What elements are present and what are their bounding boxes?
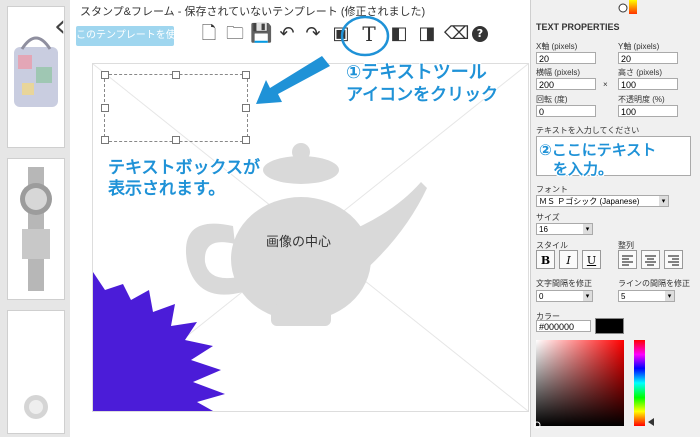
chevron-down-icon: ▾ <box>583 224 592 234</box>
letter-spacing-value: 0 <box>539 292 544 301</box>
resize-handle[interactable] <box>101 104 109 112</box>
annotation-arrow <box>256 56 330 104</box>
width-input[interactable]: 200 <box>536 78 596 90</box>
color-picker[interactable] <box>534 338 684 430</box>
resize-handle[interactable] <box>242 71 250 79</box>
resize-handle[interactable] <box>172 71 180 79</box>
new-page-icon[interactable]: 🗋 <box>198 22 220 46</box>
callout-textbox-line2: 表示されます。 <box>108 179 226 199</box>
height-label: 高さ (pixels) <box>618 68 663 77</box>
text-box-selection[interactable] <box>101 71 250 144</box>
size-label: サイズ <box>536 213 560 222</box>
panel-header: TEXT PROPERTIES <box>536 22 620 32</box>
chevron-down-icon: ▾ <box>659 196 668 206</box>
letter-spacing-select[interactable]: 0 ▾ <box>536 290 593 302</box>
underline-button[interactable]: U <box>582 250 601 269</box>
chevron-down-icon: ▾ <box>583 291 592 301</box>
thumbnail-ring[interactable] <box>7 310 65 434</box>
resize-handle[interactable] <box>101 71 109 79</box>
font-select[interactable]: ＭＳ Ｐゴシック (Japanese) ▾ <box>536 195 669 207</box>
color-swatch[interactable] <box>595 318 624 334</box>
italic-button[interactable]: I <box>559 250 578 269</box>
align-center-button[interactable] <box>641 250 660 269</box>
thumbnail-watch[interactable] <box>7 158 65 300</box>
resize-handle[interactable] <box>242 136 250 144</box>
letter-spacing-label: 文字間隔を修正 <box>536 279 592 288</box>
starburst-shape <box>93 272 225 411</box>
undo-icon[interactable]: ↶ <box>276 22 298 46</box>
size-select-value: 16 <box>539 225 548 234</box>
chevron-left-icon[interactable]: ‹ <box>48 10 72 44</box>
x-axis-input[interactable]: 20 <box>536 52 596 64</box>
opacity-label: 不透明度 (%) <box>618 95 665 104</box>
resize-handle[interactable] <box>101 136 109 144</box>
send-back-icon[interactable]: ◨ <box>416 22 438 46</box>
resize-handle[interactable] <box>172 136 180 144</box>
font-label: フォント <box>536 185 568 194</box>
height-input[interactable]: 100 <box>618 78 678 90</box>
align-left-button[interactable] <box>618 250 637 269</box>
callout-input-line1: ②ここにテキスト <box>539 141 657 159</box>
eraser-icon[interactable]: ⌫ <box>444 22 469 46</box>
redo-icon[interactable]: ↷ <box>302 22 324 46</box>
use-template-button[interactable]: このテンプレートを使用 <box>76 26 174 46</box>
align-right-button[interactable] <box>664 250 683 269</box>
callout-text-tool-line2: アイコンをクリック <box>346 85 499 105</box>
x-axis-label: X軸 (pixels) <box>536 42 578 51</box>
size-select[interactable]: 16 ▾ <box>536 223 593 235</box>
font-select-value: ＭＳ Ｐゴシック (Japanese) <box>539 197 640 206</box>
times-sign: × <box>603 80 608 89</box>
line-spacing-value: 5 <box>621 292 626 301</box>
resize-handle[interactable] <box>242 104 250 112</box>
folder-icon[interactable]: 🗀 <box>224 22 246 46</box>
hue-slider-top[interactable] <box>617 0 647 16</box>
line-spacing-label: ラインの間隔を修正 <box>618 279 690 288</box>
line-spacing-select[interactable]: 5 ▾ <box>618 290 675 302</box>
color-hex-input[interactable]: #000000 <box>536 320 591 332</box>
align-center-icon <box>645 255 656 266</box>
save-icon[interactable]: 💾 <box>250 22 272 46</box>
thumbnail-strip <box>0 0 70 437</box>
y-axis-label: Y軸 (pixels) <box>618 42 660 51</box>
watch-image <box>20 167 52 291</box>
opacity-input[interactable]: 100 <box>618 105 678 117</box>
ring-image <box>24 395 48 419</box>
align-left-icon <box>622 255 633 266</box>
text-properties-panel: TEXT PROPERTIES X軸 (pixels) Y軸 (pixels) … <box>530 0 700 437</box>
bold-button[interactable]: B <box>536 250 555 269</box>
help-icon[interactable]: ? <box>472 26 488 42</box>
align-right-icon <box>668 255 679 266</box>
rotation-label: 回転 (度) <box>536 95 568 104</box>
chevron-down-icon: ▾ <box>665 291 674 301</box>
highlight-circle <box>340 15 390 57</box>
text-input-prompt: テキストを入力してください <box>536 126 640 135</box>
rotation-input[interactable]: 0 <box>536 105 596 117</box>
y-axis-input[interactable]: 20 <box>618 52 678 64</box>
callout-input-line2: を入力。 <box>553 160 614 178</box>
image-center-label: 画像の中心 <box>266 234 332 249</box>
width-label: 横幅 (pixels) <box>536 68 581 77</box>
